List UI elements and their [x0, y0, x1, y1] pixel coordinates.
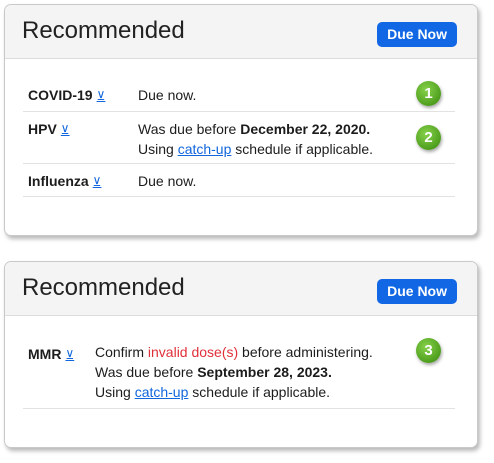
status-text: Confirm invalid dose(s) before administe… [95, 344, 373, 400]
invalid-dose-warning: invalid dose(s) [147, 344, 239, 360]
catch-up-link[interactable]: catch-up [178, 141, 232, 157]
card-header: Recommended Due Now [5, 262, 477, 316]
callout-badge-3: 3 [416, 338, 441, 363]
catch-up-link[interactable]: catch-up [135, 384, 189, 400]
vaccine-name: COVID-19 ⊻ [28, 87, 106, 103]
vaccine-row-mmr: MMR ⊻ Confirm invalid dose(s) before admi… [23, 334, 455, 409]
recommended-card-2: Recommended Due Now MMR ⊻ Confirm invalid… [4, 261, 478, 448]
download-arrow-icon[interactable]: ⊻ [61, 123, 70, 137]
card-title: Recommended [22, 274, 185, 301]
vaccine-name: MMR ⊻ [28, 346, 75, 362]
status-text: Due now. [138, 87, 197, 103]
callout-badge-2: 2 [416, 125, 441, 150]
download-arrow-icon[interactable]: ⊻ [97, 89, 106, 103]
recommended-card-1: Recommended Due Now COVID-19 ⊻ Due now. H… [4, 4, 478, 236]
card-title: Recommended [22, 17, 185, 44]
status-text: Was due before December 22, 2020. Using … [138, 121, 374, 157]
due-now-button[interactable]: Due Now [377, 279, 457, 304]
card-header: Recommended Due Now [5, 5, 477, 59]
download-arrow-icon[interactable]: ⊻ [93, 175, 102, 189]
due-now-button[interactable]: Due Now [377, 22, 457, 47]
vaccine-name: HPV ⊻ [28, 121, 70, 137]
vaccine-name: Influenza ⊻ [28, 173, 102, 189]
vaccine-row-hpv: HPV ⊻ Was due before December 22, 2020. U… [23, 111, 455, 164]
download-arrow-icon[interactable]: ⊻ [65, 348, 74, 362]
vaccine-row-influenza: Influenza ⊻ Due now. [23, 163, 455, 197]
callout-badge-1: 1 [416, 81, 441, 106]
vaccine-row-covid: COVID-19 ⊻ Due now. [23, 77, 455, 112]
status-text: Due now. [138, 173, 197, 189]
